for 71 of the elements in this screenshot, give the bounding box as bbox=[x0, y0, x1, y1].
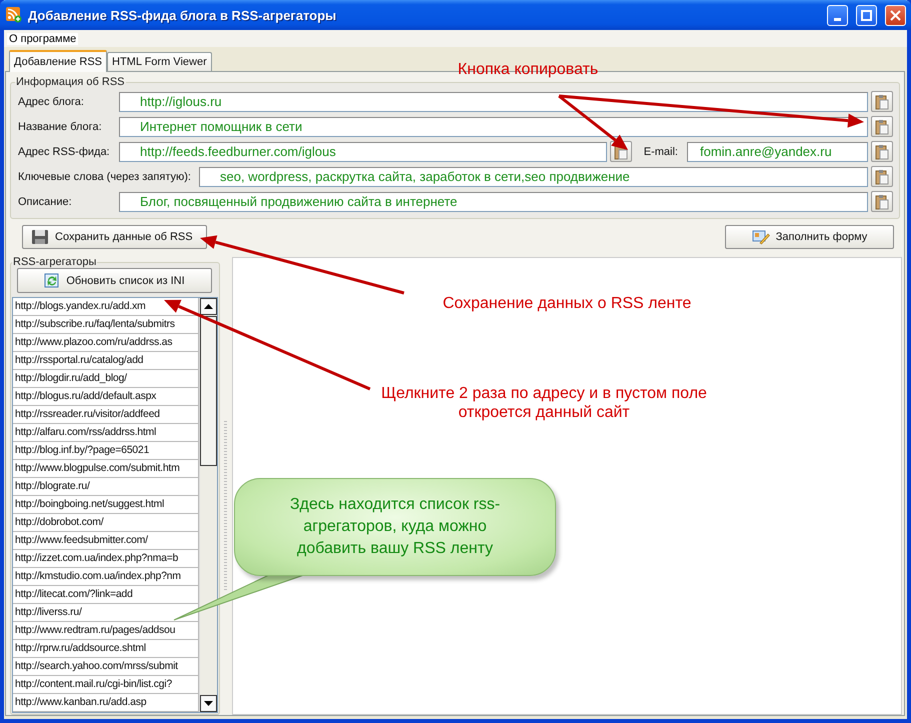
minimize-button[interactable] bbox=[827, 4, 848, 26]
rss-icon bbox=[6, 7, 22, 23]
list-item[interactable]: http://rssportal.ru/catalog/add bbox=[13, 352, 199, 370]
field-label: Описание: bbox=[18, 196, 73, 208]
close-button[interactable] bbox=[885, 4, 906, 26]
list-item[interactable]: http://kmstudio.com.ua/index.php?nm bbox=[13, 568, 199, 586]
list-item[interactable]: http://www.kanban.ru/add.asp bbox=[13, 694, 199, 712]
copy-button[interactable] bbox=[871, 91, 893, 112]
minimize-icon bbox=[834, 18, 841, 20]
copy-button[interactable] bbox=[871, 166, 893, 187]
clipboard-icon bbox=[875, 168, 889, 184]
list-item[interactable]: http://rssreader.ru/visitor/addfeed bbox=[13, 406, 199, 424]
list-item[interactable]: http://izzet.com.ua/index.php?nma=b bbox=[13, 550, 199, 568]
annotation-text: Щелкните 2 раза по адресу и в пустом поле откроется данный сайт bbox=[380, 384, 708, 422]
copy-button[interactable] bbox=[871, 116, 893, 137]
field-label: Адрес RSS-фида: bbox=[18, 146, 111, 158]
list-item[interactable]: http://www.plazoo.com/ru/addrss.as bbox=[13, 334, 199, 352]
list-item[interactable]: http://litecat.com/?link=add bbox=[13, 586, 199, 604]
input-field[interactable]: fomin.anre@yandex.ru bbox=[687, 142, 868, 162]
annotation-text: Кнопка копировать bbox=[456, 60, 600, 79]
scroll-up-button[interactable] bbox=[200, 298, 217, 315]
list-item[interactable]: http://www.blogpulse.com/submit.htm bbox=[13, 460, 199, 478]
tab[interactable]: Добавление RSS bbox=[9, 50, 107, 72]
clipboard-icon bbox=[875, 144, 889, 160]
form-pencil-icon bbox=[752, 229, 770, 245]
list-item[interactable]: http://subscribe.ru/faq/lenta/submitrs bbox=[13, 316, 199, 334]
copy-button[interactable] bbox=[871, 141, 893, 162]
maximize-icon bbox=[861, 10, 872, 20]
maximize-button[interactable] bbox=[856, 4, 877, 26]
field-label: E-mail: bbox=[644, 146, 678, 158]
list-item[interactable]: http://dobrobot.com/ bbox=[13, 514, 199, 532]
group-title: Информация об RSS bbox=[15, 76, 126, 88]
list-item[interactable]: http://blograte.ru/ bbox=[13, 478, 199, 496]
input-field[interactable]: http://iglous.ru bbox=[119, 92, 868, 112]
input-field[interactable]: http://feeds.feedburner.com/iglous bbox=[119, 142, 607, 162]
group-title: RSS-агрегаторы bbox=[12, 256, 98, 268]
list-item[interactable]: http://rprw.ru/addsource.shtml bbox=[13, 640, 199, 658]
list-item[interactable]: http://content.mail.ru/cgi-bin/list.cgi? bbox=[13, 676, 199, 694]
down-arrow-icon bbox=[204, 701, 213, 706]
list-item[interactable]: http://alfaru.com/rss/addrss.html bbox=[13, 424, 199, 442]
list-item[interactable]: http://boingboing.net/suggest.html bbox=[13, 496, 199, 514]
menu-item[interactable]: О программе bbox=[7, 32, 78, 44]
field-label: Название блога: bbox=[18, 120, 103, 132]
copy-button[interactable] bbox=[871, 191, 893, 212]
close-icon bbox=[890, 10, 901, 20]
clipboard-icon bbox=[875, 194, 889, 210]
scroll-down-button[interactable] bbox=[200, 695, 217, 712]
list-item[interactable]: http://blogdir.ru/add_blog/ bbox=[13, 370, 199, 388]
field-label: Ключевые слова (через запятую): bbox=[18, 170, 192, 182]
input-field[interactable]: Интернет помощник в сети bbox=[119, 116, 868, 136]
save-button[interactable]: Сохранить данные об RSS bbox=[22, 225, 207, 249]
tab[interactable]: HTML Form Viewer bbox=[107, 52, 212, 71]
refresh-button[interactable]: Обновить список из INI bbox=[17, 268, 212, 293]
window-title: Добавление RSS-фида блога в RSS-агрегаторы bbox=[28, 8, 338, 22]
list-item[interactable]: http://blogus.ru/add/default.aspx bbox=[13, 388, 199, 406]
list-item[interactable]: http://search.yahoo.com/mrss/submit bbox=[13, 658, 199, 676]
scroll-thumb[interactable] bbox=[200, 316, 217, 466]
annotation-text: Сохранение данных о RSS ленте bbox=[442, 294, 692, 313]
up-arrow-icon bbox=[204, 304, 213, 309]
clipboard-icon bbox=[875, 94, 889, 110]
input-field[interactable]: Блог, посвященный продвижению сайта в интернете bbox=[119, 192, 868, 212]
refresh-icon bbox=[44, 272, 60, 288]
list-item[interactable]: http://www.feedsubmitter.com/ bbox=[13, 532, 199, 550]
list-item[interactable]: http://blog.inf.by/?page=65021 bbox=[13, 442, 199, 460]
input-field[interactable]: seo, wordpress, раскрутка сайта, заработок в сети,seo продвижение bbox=[199, 166, 868, 186]
field-label: Адрес блога: bbox=[18, 96, 85, 108]
callout-bubble: Здесь находится список rss-агрегаторов, куда можно добавить вашу RSS ленту bbox=[234, 478, 556, 576]
clipboard-icon bbox=[875, 118, 889, 134]
scrollbar[interactable] bbox=[199, 298, 217, 712]
fill-form-button[interactable]: Заполнить форму bbox=[725, 225, 894, 249]
list-item[interactable]: http://www.redtram.ru/pages/addsou bbox=[13, 622, 199, 640]
